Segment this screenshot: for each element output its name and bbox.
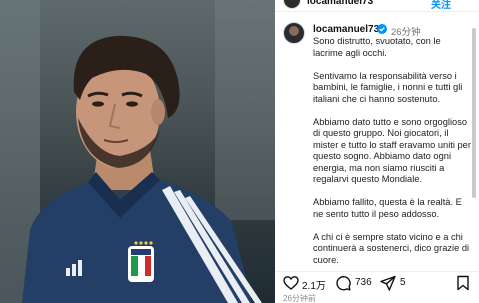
- avatar[interactable]: [283, 22, 305, 44]
- like-count[interactable]: 2.1万: [302, 277, 326, 292]
- post-timestamp: 26分钟前: [283, 294, 316, 303]
- post-actions: 2.1万 736 5: [283, 274, 473, 292]
- player-photo-illustration: [0, 0, 275, 303]
- italy-crest: [128, 241, 154, 282]
- caption-paragraph: Sono distrutto, svuotato, con le lacrime…: [313, 36, 441, 58]
- caption-paragraph: Abbiamo dato tutto e sono orgoglioso di …: [313, 116, 471, 185]
- actions-divider: [275, 271, 479, 272]
- caption-username[interactable]: locamanuel73: [313, 24, 379, 35]
- heart-icon[interactable]: [283, 275, 299, 291]
- post-photo[interactable]: [0, 0, 275, 303]
- topbar-avatar[interactable]: [283, 0, 301, 9]
- post-topbar: locamanuel73 关注: [275, 0, 479, 12]
- post-panel: locamanuel73 关注 locamanuel73 26分钟 Sono d…: [275, 0, 479, 303]
- comment-icon[interactable]: [335, 275, 351, 291]
- share-icon[interactable]: [380, 275, 396, 291]
- share-count[interactable]: 5: [400, 277, 406, 288]
- comment-count[interactable]: 736: [355, 277, 372, 288]
- follow-button[interactable]: 关注: [431, 0, 451, 11]
- caption-paragraph: Sentivamo la responsabilità verso i bamb…: [313, 70, 463, 104]
- caption-text: Sono distrutto, svuotato, con le lacrime…: [313, 36, 471, 278]
- topbar-username[interactable]: locamanuel73: [307, 0, 373, 7]
- bookmark-icon[interactable]: [455, 275, 471, 291]
- caption-paragraph: Abbiamo fallito, questa è la realtà. E n…: [313, 197, 462, 219]
- caption-scrollbar[interactable]: [472, 28, 476, 198]
- caption-paragraph: A chi ci è sempre stato vicino e a chi c…: [313, 231, 470, 265]
- verified-badge-icon: [377, 24, 387, 34]
